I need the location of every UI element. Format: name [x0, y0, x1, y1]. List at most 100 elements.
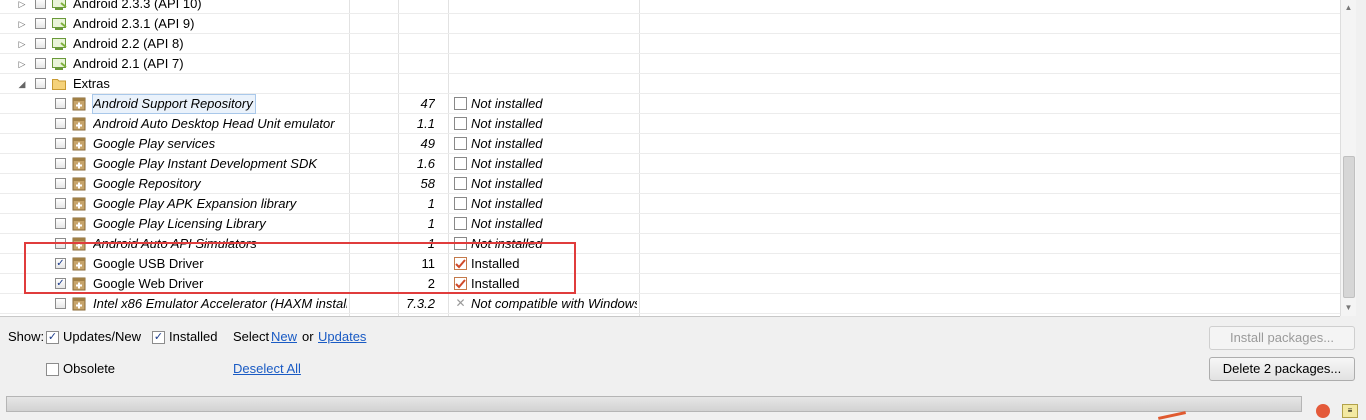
deselect-all-link[interactable]: Deselect All [233, 360, 301, 378]
row-checkbox[interactable] [35, 18, 46, 29]
package-revision [399, 34, 435, 54]
android-platform-icon [52, 17, 67, 31]
tree-row[interactable]: Google Play services 49 Not installed [0, 134, 1340, 154]
package-name: Android 2.1 (API 7) [73, 56, 184, 71]
checkbox-icon[interactable]: ✓ [152, 331, 165, 344]
package-name: Intel x86 Emulator Accelerator (HAXM ins… [93, 296, 347, 311]
package-status: Not installed [471, 196, 543, 211]
tree-row[interactable]: ◢ Extras [0, 74, 1340, 94]
package-revision [399, 14, 435, 34]
delete-packages-button[interactable]: Delete 2 packages... [1209, 357, 1355, 381]
select-new-link[interactable]: New [271, 328, 297, 346]
not-compatible-icon: ✕ [454, 296, 467, 310]
package-revision: 49 [420, 136, 435, 151]
tree-row[interactable]: Intel x86 Emulator Accelerator (HAXM ins… [0, 294, 1340, 314]
installed-checkbox[interactable]: ✓ Installed [152, 328, 224, 346]
folder-icon [52, 78, 66, 90]
tree-row[interactable]: ▷ Android 2.3.1 (API 9) [0, 14, 1340, 34]
tree-row[interactable]: Google Play Instant Development SDK 1.6 No… [0, 154, 1340, 174]
obsolete-checkbox[interactable]: Obsolete [46, 360, 126, 378]
package-revision: 1.1 [416, 116, 435, 131]
package-status: Not installed [471, 176, 543, 191]
tree-row[interactable]: Android Auto Desktop Head Unit emulator 1… [0, 114, 1340, 134]
annotation-arrow [1157, 411, 1187, 420]
log-icon[interactable]: ≡ [1342, 404, 1358, 418]
progress-bar [6, 396, 1302, 412]
package-icon [72, 117, 86, 131]
stop-icon[interactable] [1316, 404, 1330, 418]
checkbox-icon[interactable]: ✓ [46, 331, 59, 344]
package-icon [72, 177, 86, 191]
package-name: Google Play APK Expansion library [93, 196, 297, 211]
row-checkbox[interactable] [55, 178, 66, 189]
installed-label: Installed [169, 329, 218, 344]
updates-new-checkbox[interactable]: ✓ Updates/New [46, 328, 146, 346]
tree-row[interactable]: ▷ Android 2.3.3 (API 10) [0, 0, 1340, 14]
package-name: Android Auto Desktop Head Unit emulator [93, 116, 335, 131]
row-checkbox[interactable] [55, 218, 66, 229]
not-installed-icon [454, 197, 467, 210]
tree-row[interactable]: ▷ Android 2.2 (API 8) [0, 34, 1340, 54]
android-platform-icon [52, 37, 67, 51]
package-status: Not installed [471, 156, 543, 171]
package-name: Android 2.2 (API 8) [73, 36, 184, 51]
annotation-highlight-box [24, 242, 576, 294]
expand-right-arrow-icon[interactable]: ▷ [16, 54, 28, 74]
obsolete-label: Obsolete [63, 361, 116, 376]
package-icon [72, 297, 86, 311]
row-checkbox[interactable] [35, 78, 46, 89]
package-status: Not compatible with Windows [471, 296, 637, 311]
or-label: or [302, 329, 314, 344]
row-checkbox[interactable] [55, 138, 66, 149]
scroll-up-arrow-icon[interactable]: ▲ [1341, 0, 1356, 16]
tree-row[interactable]: Google Repository 58 Not installed [0, 174, 1340, 194]
android-platform-icon [52, 0, 67, 11]
expand-right-arrow-icon[interactable]: ▷ [16, 14, 28, 34]
scroll-down-arrow-icon[interactable]: ▼ [1341, 300, 1356, 316]
package-revision: 7.3.2 [406, 296, 435, 311]
checkbox-icon[interactable] [46, 363, 59, 376]
row-checkbox[interactable] [35, 38, 46, 49]
package-name: Google Play Instant Development SDK [93, 156, 318, 171]
row-checkbox[interactable] [55, 298, 66, 309]
row-checkbox[interactable] [35, 58, 46, 69]
show-label: Show: [8, 329, 45, 344]
row-checkbox[interactable] [55, 118, 66, 129]
row-checkbox[interactable] [55, 98, 66, 109]
not-installed-icon [454, 137, 467, 150]
package-status: Not installed [471, 136, 543, 151]
package-status: Not installed [471, 116, 543, 131]
android-platform-icon [52, 57, 67, 71]
package-name: Android 2.3.1 (API 9) [73, 16, 195, 31]
tree-row[interactable]: Android Support Repository 47 Not installe… [0, 94, 1340, 114]
not-installed-icon [454, 217, 467, 230]
row-checkbox[interactable] [55, 198, 66, 209]
package-name: Extras [73, 76, 110, 91]
package-revision: 1 [427, 196, 435, 211]
package-name: Google Play Licensing Library [93, 216, 266, 231]
expand-down-arrow-icon[interactable]: ◢ [16, 74, 28, 94]
tree-vertical-scrollbar[interactable]: ▲ ▼ [1340, 0, 1356, 316]
not-installed-icon [454, 97, 467, 110]
expand-right-arrow-icon[interactable]: ▷ [16, 0, 28, 14]
package-revision [399, 74, 435, 94]
package-icon [72, 137, 86, 151]
row-checkbox[interactable] [55, 158, 66, 169]
scrollbar-thumb[interactable] [1343, 156, 1355, 298]
tree-row[interactable]: Google Play APK Expansion library 1 Not in… [0, 194, 1340, 214]
not-installed-icon [454, 117, 467, 130]
install-packages-button[interactable]: Install packages... [1209, 326, 1355, 350]
package-name: Android 2.3.3 (API 10) [73, 0, 202, 11]
select-updates-link[interactable]: Updates [318, 328, 366, 346]
tree-row[interactable]: ▷ Android 2.1 (API 7) [0, 54, 1340, 74]
package-revision: 1.6 [416, 156, 435, 171]
expand-right-arrow-icon[interactable]: ▷ [16, 34, 28, 54]
package-revision: 47 [420, 96, 435, 111]
row-checkbox[interactable] [35, 0, 46, 9]
package-icon [72, 217, 86, 231]
tree-row[interactable]: Google Play Licensing Library 1 Not instal… [0, 214, 1340, 234]
not-installed-icon [454, 157, 467, 170]
package-icon [72, 97, 86, 111]
package-revision: 58 [420, 176, 435, 191]
select-label: Select [233, 329, 270, 344]
